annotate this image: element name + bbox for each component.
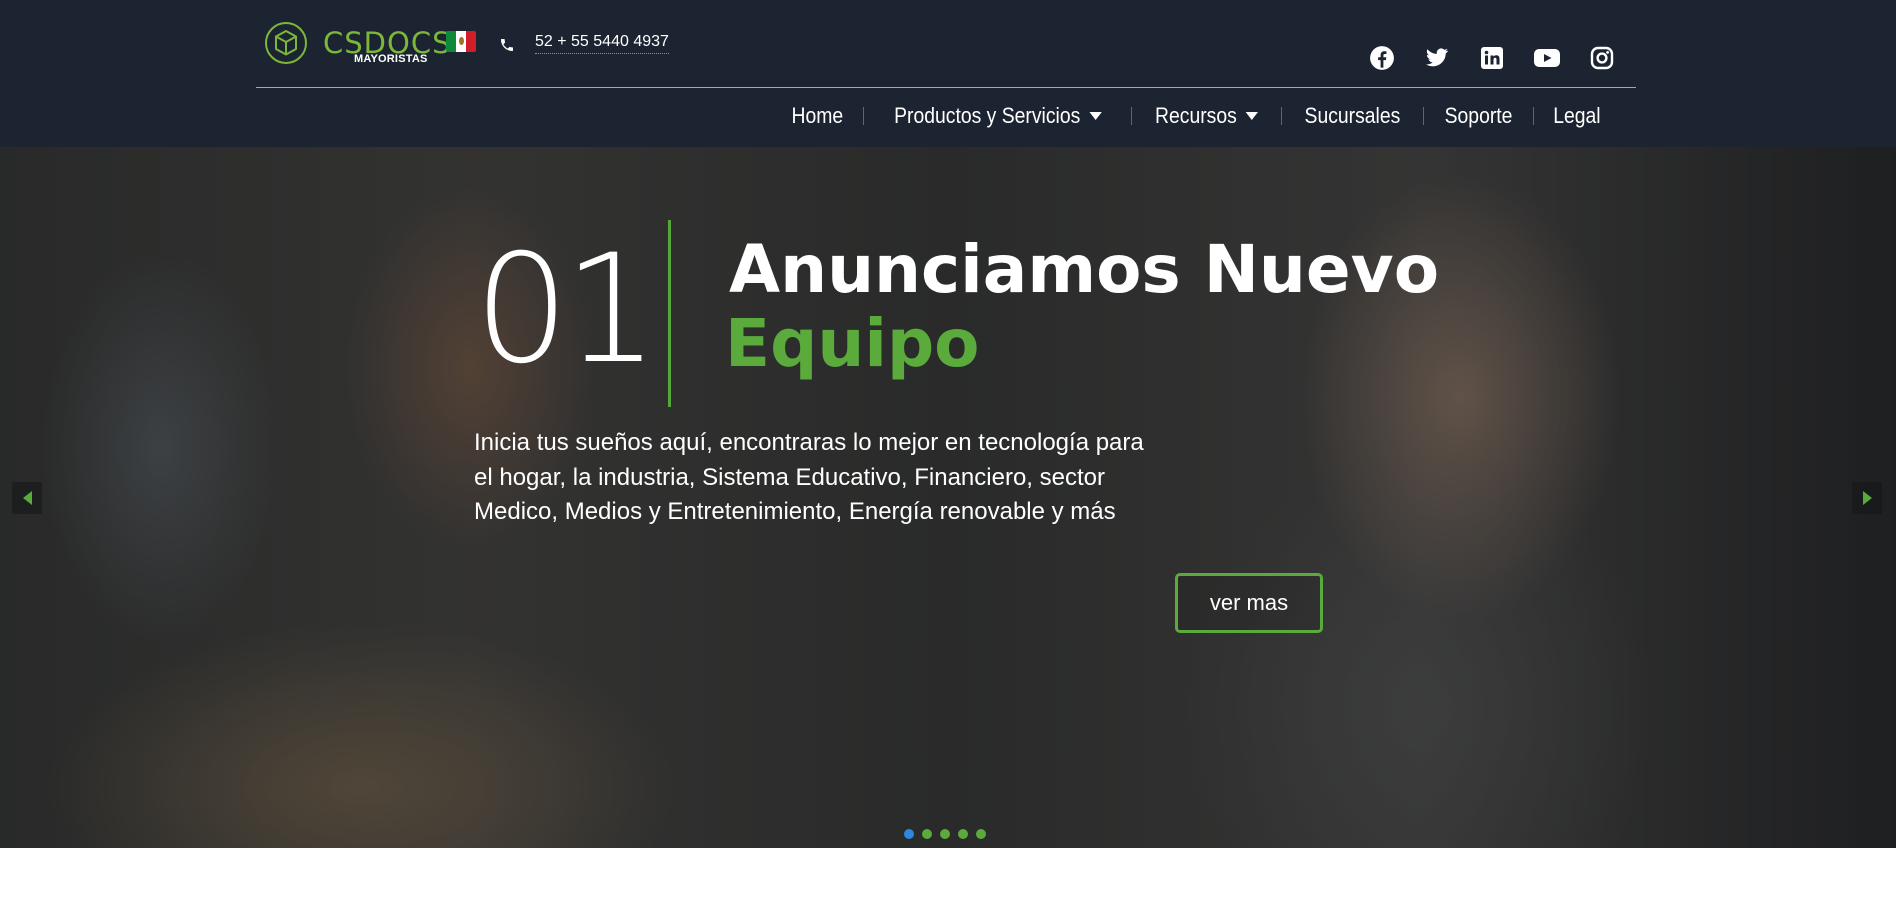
slide-dot[interactable]	[958, 829, 968, 839]
main-nav: Home Productos y Servicios Recursos Sucu…	[772, 99, 1620, 133]
youtube-icon[interactable]	[1532, 43, 1562, 73]
logo-subtitle: MAYORISTAS	[354, 53, 428, 65]
nav-separator	[1533, 107, 1535, 125]
nav-home-label: Home	[791, 103, 844, 128]
hero-headline-accent: Equipo	[725, 305, 980, 382]
nav-soporte[interactable]: Soporte	[1431, 99, 1527, 133]
nav-legal-label: Legal	[1553, 103, 1601, 128]
nav-separator	[1281, 107, 1283, 125]
nav-recursos[interactable]: Recursos	[1141, 99, 1272, 133]
chevron-down-icon	[1245, 112, 1259, 120]
header-divider	[256, 87, 1636, 88]
site-logo[interactable]: CSDOCS MAYORISTAS	[264, 21, 450, 67]
nav-sucursales[interactable]: Sucursales	[1291, 99, 1415, 133]
ver-mas-button[interactable]: ver mas	[1175, 573, 1323, 633]
social-links	[1367, 43, 1617, 73]
slide-number: 01	[474, 223, 659, 397]
chevron-down-icon	[1088, 112, 1102, 120]
slider-pagination	[904, 829, 986, 839]
nav-productos-servicios[interactable]: Productos y Servicios	[880, 99, 1115, 133]
facebook-icon[interactable]	[1367, 43, 1397, 73]
site-header: CSDOCS MAYORISTAS 52 + 55 5440 4937 Home…	[0, 0, 1896, 147]
slide-dot[interactable]	[976, 829, 986, 839]
instagram-icon[interactable]	[1587, 43, 1617, 73]
nav-home[interactable]: Home	[778, 99, 858, 133]
nav-recursos-label: Recursos	[1155, 103, 1238, 128]
nav-productos-label: Productos y Servicios	[893, 103, 1081, 128]
nav-soporte-label: Soporte	[1444, 103, 1513, 128]
slide-dot[interactable]	[922, 829, 932, 839]
phone-icon	[501, 39, 513, 51]
hero-slider: 01 Anunciamos Nuevo Equipo Inicia tus su…	[0, 147, 1896, 848]
twitter-icon[interactable]	[1422, 43, 1452, 73]
nav-separator	[1423, 107, 1425, 125]
nav-separator	[1131, 107, 1133, 125]
nav-separator	[862, 107, 864, 125]
phone-link[interactable]: 52 + 55 5440 4937	[535, 33, 669, 54]
hero-description: Inicia tus sueños aquí, encontraras lo m…	[474, 429, 1144, 525]
arrow-right-icon	[1862, 491, 1872, 505]
headline-divider	[668, 220, 671, 407]
slider-next-button[interactable]	[1852, 482, 1882, 514]
slide-dot[interactable]	[940, 829, 950, 839]
nav-legal[interactable]: Legal	[1539, 99, 1615, 133]
cube-logo-icon	[265, 22, 307, 64]
linkedin-icon[interactable]	[1477, 43, 1507, 73]
header-top-row: CSDOCS MAYORISTAS 52 + 55 5440 4937	[256, 0, 1636, 87]
arrow-left-icon	[22, 491, 32, 505]
slider-prev-button[interactable]	[12, 482, 42, 514]
nav-sucursales-label: Sucursales	[1304, 103, 1401, 128]
slide-dot[interactable]	[904, 829, 914, 839]
header-inner: CSDOCS MAYORISTAS 52 + 55 5440 4937 Home…	[256, 0, 1636, 147]
mexico-flag-icon[interactable]	[446, 31, 476, 52]
hero-headline: Anunciamos Nuevo	[729, 231, 1440, 308]
